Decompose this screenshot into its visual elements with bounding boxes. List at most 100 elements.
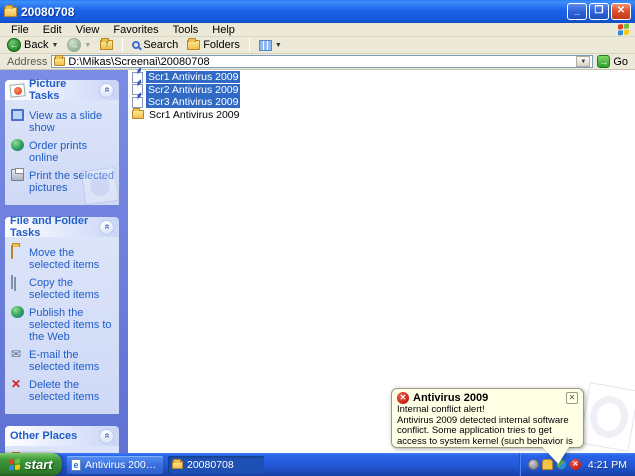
- balloon-title: Antivirus 2009: [413, 392, 562, 404]
- taskbar-button-20080708[interactable]: 20080708: [168, 456, 264, 474]
- delete-items-icon: ✕: [11, 378, 24, 390]
- task-label: Delete the selected items: [29, 378, 115, 403]
- move-items-icon: [11, 245, 13, 259]
- task-move-items[interactable]: Move the selected items: [11, 246, 115, 271]
- printer-icon: [11, 169, 24, 181]
- file-name[interactable]: Scr3 Antivirus 2009: [146, 96, 240, 108]
- task-view-slideshow[interactable]: View as a slide show: [11, 109, 115, 134]
- balloon-body-text[interactable]: Antivirus 2009 detected internal softwar…: [397, 415, 575, 448]
- toolbar-separator: [122, 38, 123, 52]
- file-name[interactable]: Scr1 Antivirus 2009: [147, 109, 241, 121]
- task-delete-items[interactable]: ✕ Delete the selected items: [11, 378, 115, 403]
- balloon-text[interactable]: Internal conflict alert!Antivirus 2009 d…: [397, 405, 578, 447]
- start-label: start: [24, 457, 52, 472]
- file-list: Scr1 Antivirus 2009 Scr2 Antivirus 2009 …: [132, 71, 241, 121]
- close-button[interactable]: ✕: [611, 3, 631, 20]
- picture-watermark: [81, 167, 119, 205]
- address-dropdown-button[interactable]: ▼: [576, 56, 590, 67]
- file-row[interactable]: Scr1 Antivirus 2009: [132, 71, 241, 84]
- views-icon: [259, 40, 272, 51]
- slideshow-icon: [11, 109, 24, 121]
- file-folder-tasks-header[interactable]: File and Folder Tasks «: [5, 217, 119, 237]
- windows-logo-icon: [618, 23, 629, 35]
- back-icon: ←: [7, 38, 21, 52]
- views-button[interactable]: ▼: [256, 37, 285, 53]
- window-folder-icon: [4, 7, 17, 17]
- collapse-chevron-icon[interactable]: «: [99, 220, 114, 235]
- copy-items-icon: [11, 275, 13, 289]
- menu-view[interactable]: View: [69, 24, 107, 36]
- task-label: Order prints online: [29, 139, 115, 164]
- collapse-chevron-icon[interactable]: «: [99, 429, 114, 444]
- other-places-header[interactable]: Other Places «: [5, 426, 119, 446]
- task-label: View as a slide show: [29, 109, 115, 134]
- go-icon: →: [597, 55, 610, 68]
- go-label: Go: [613, 56, 628, 68]
- minimize-button[interactable]: _: [567, 3, 587, 20]
- folders-button[interactable]: Folders: [184, 37, 243, 53]
- task-label: E-mail the selected items: [29, 348, 115, 373]
- collapse-chevron-icon[interactable]: «: [99, 83, 114, 98]
- address-path[interactable]: D:\Mikas\Screenai\20080708: [68, 56, 573, 68]
- menu-tools[interactable]: Tools: [166, 24, 206, 36]
- file-name[interactable]: Scr1 Antivirus 2009: [146, 71, 240, 83]
- task-button-label: 20080708: [187, 459, 234, 471]
- screen: 20080708 _ ❐ ✕ File Edit View Favorites …: [0, 0, 635, 476]
- folder-icon: [172, 461, 183, 469]
- standard-buttons-toolbar: ← Back ▼ → ▼ ↑ Search Folders: [0, 37, 635, 54]
- taskbar-button-antivirus[interactable]: e Antivirus 2009 - Micro...: [67, 456, 163, 474]
- menu-edit[interactable]: Edit: [36, 24, 69, 36]
- task-pane-sidebar: Picture Tasks « View as a slide show Ord…: [0, 70, 128, 453]
- views-dropdown-icon[interactable]: ▼: [275, 42, 282, 49]
- address-folder-icon: [54, 57, 65, 66]
- error-icon: ✕: [397, 392, 409, 404]
- toolbar-separator: [249, 38, 250, 52]
- task-label: Move the selected items: [29, 246, 115, 271]
- menubar: File Edit View Favorites Tools Help: [0, 23, 635, 37]
- menu-file[interactable]: File: [4, 24, 36, 36]
- search-button[interactable]: Search: [129, 37, 181, 53]
- start-button[interactable]: start: [0, 453, 62, 476]
- window-title: 20080708: [21, 5, 567, 19]
- task-copy-items[interactable]: Copy the selected items: [11, 276, 115, 301]
- browser-document-icon: e: [71, 459, 81, 471]
- file-row[interactable]: Scr2 Antivirus 2009: [132, 84, 241, 97]
- picture-tasks-icon: [9, 83, 25, 97]
- balloon-tail: [541, 447, 569, 464]
- task-label: Publish the selected items to the Web: [29, 306, 115, 343]
- panel-title: Picture Tasks: [29, 78, 99, 102]
- address-label: Address: [7, 56, 47, 68]
- menu-favorites[interactable]: Favorites: [106, 24, 165, 36]
- back-dropdown-icon[interactable]: ▼: [51, 42, 58, 49]
- restore-button[interactable]: ❐: [589, 3, 609, 20]
- folders-icon: [187, 40, 200, 50]
- folder-icon: [132, 110, 144, 119]
- picture-tasks-header[interactable]: Picture Tasks «: [5, 80, 119, 100]
- menu-help[interactable]: Help: [205, 24, 242, 36]
- task-email-items[interactable]: ✉ E-mail the selected items: [11, 348, 115, 373]
- file-row[interactable]: Scr3 Antivirus 2009: [132, 96, 241, 109]
- balloon-close-icon[interactable]: ✕: [566, 392, 578, 404]
- file-name[interactable]: Scr2 Antivirus 2009: [146, 84, 240, 96]
- task-label: Copy the selected items: [29, 276, 115, 301]
- panel-title: Other Places: [10, 430, 99, 442]
- up-button[interactable]: ↑: [97, 37, 116, 53]
- picture-tasks-panel: Picture Tasks « View as a slide show Ord…: [5, 80, 119, 205]
- forward-icon: →: [67, 38, 81, 52]
- address-combo[interactable]: D:\Mikas\Screenai\20080708 ▼: [51, 55, 593, 68]
- address-bar: Address D:\Mikas\Screenai\20080708 ▼ → G…: [0, 54, 635, 70]
- image-file-icon: [132, 97, 143, 108]
- go-button[interactable]: → Go: [597, 55, 628, 68]
- back-button[interactable]: ← Back ▼: [4, 37, 61, 53]
- balloon-alert-line[interactable]: Internal conflict alert!: [397, 405, 485, 415]
- notification-balloon: ✕ Antivirus 2009 ✕ Internal conflict ale…: [391, 388, 606, 468]
- folders-label: Folders: [203, 39, 240, 51]
- task-publish-web[interactable]: Publish the selected items to the Web: [11, 306, 115, 343]
- file-row[interactable]: Scr1 Antivirus 2009: [132, 109, 241, 122]
- task-order-prints[interactable]: Order prints online: [11, 139, 115, 164]
- forward-button[interactable]: → ▼: [64, 37, 94, 53]
- task-button-label: Antivirus 2009 - Micro...: [85, 459, 159, 471]
- publish-web-icon: [11, 306, 24, 318]
- forward-dropdown-icon[interactable]: ▼: [84, 42, 91, 49]
- start-windows-logo-icon: [9, 458, 20, 470]
